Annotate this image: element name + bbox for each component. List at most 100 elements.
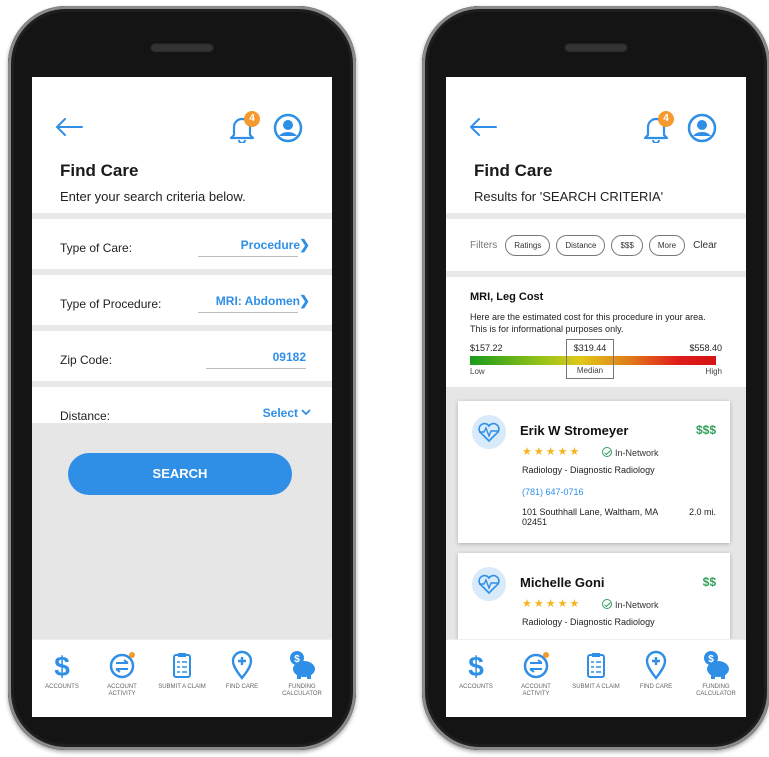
location-pin-icon [231,650,253,680]
provider-name[interactable]: Erik W Stromeyer [520,423,628,438]
phone-left: 4 Find Care Enter your search criteria b… [8,6,356,750]
bottom-nav: $ ACCOUNTS ACCOUNT ACTIVITY SUBMIT A CLA… [32,639,332,717]
field-label: Zip Code: [60,353,113,367]
notification-badge: 4 [658,111,674,127]
phone-right: 4 Find Care Results for 'SEARCH CRITERIA… [422,6,769,750]
bottom-nav: $ ACCOUNTS ACCOUNT ACTIVITY SUBMIT A CLA… [446,639,746,717]
nav-label: SUBMIT A CLAIM [158,684,206,690]
chevron-right-icon[interactable]: ❯ [299,237,310,253]
heart-pulse-icon [472,415,506,449]
filters-bar: Filters Ratings Distance $$$ More Clear [446,219,746,271]
nav-funding-calculator[interactable]: $ FUNDING CALCULATOR [274,650,330,717]
cost-title: MRI, Leg Cost [470,291,544,303]
provider-card[interactable]: Michelle Goni $$ ★★★★★ In-Network Radiol… [458,553,730,647]
check-circle-icon [602,599,612,609]
page-subtitle: Results for 'SEARCH CRITERIA' [474,189,664,204]
chevron-right-icon[interactable]: ❯ [299,293,310,309]
heart-pulse-icon [472,567,506,601]
profile-icon[interactable] [273,113,303,143]
back-arrow-icon[interactable] [54,117,84,137]
network-label: In-Network [615,600,659,610]
cost-median-value: $319.44 [573,343,607,353]
filters-label: Filters [470,239,498,251]
clipboard-icon [587,653,605,678]
svg-text:$: $ [708,654,714,665]
clipboard-icon [173,653,191,678]
cost-low-value: $157.22 [470,343,503,353]
low-label: Low [470,367,485,376]
account-activity-icon [523,652,549,679]
nav-label: ACCOUNT ACTIVITY [521,684,551,697]
nav-label: SUBMIT A CLAIM [572,684,620,690]
nav-accounts[interactable]: $ ACCOUNTS [448,650,504,717]
network-status: In-Network [602,598,659,610]
type-of-care-field[interactable]: Type of Care: Procedure ❯ [32,219,332,269]
provider-distance: 2.0 mi. [688,507,716,517]
network-label: In-Network [615,448,659,458]
page-title: Find Care [60,161,139,180]
svg-text:$: $ [54,651,70,680]
piggy-bank-icon: $ [704,651,729,679]
provider-specialty: Radiology - Diagnostic Radiology [522,465,655,475]
median-marker: $319.44 Median [566,339,614,379]
star-rating: ★★★★★ [522,598,582,610]
find-care-search-screen: 4 Find Care Enter your search criteria b… [32,77,332,717]
clear-filters-link[interactable]: Clear [693,240,717,251]
nav-accounts[interactable]: $ ACCOUNTS [34,650,90,717]
phone-speaker [564,42,628,52]
piggy-bank-icon: $ [290,651,315,679]
filter-chip-ratings[interactable]: Ratings [505,234,551,256]
field-underline [206,368,306,369]
page-title: Find Care [474,161,553,180]
provider-phone-link[interactable]: (781) 647-0716 [522,487,584,497]
nav-label: FIND CARE [639,684,673,690]
field-label: Distance: [60,409,111,423]
top-bar: 4 [32,77,332,147]
nav-find-care[interactable]: FIND CARE [214,650,270,717]
phone-speaker [150,42,214,52]
nav-find-care[interactable]: FIND CARE [628,650,684,717]
median-label: Median [576,366,604,375]
svg-text:$: $ [294,654,300,665]
notification-badge: 4 [244,111,260,127]
provider-address: 101 Southhall Lane, Waltham, MA 02451 [522,507,658,527]
check-circle-icon [602,447,612,457]
cost-description: Here are the estimated cost for this pro… [470,312,706,334]
field-label: Type of Care: [60,241,133,255]
results-list: Erik W Stromeyer $$$ ★★★★★ In-Network Ra… [446,387,746,647]
find-care-results-screen: 4 Find Care Results for 'SEARCH CRITERIA… [446,77,746,717]
zip-code-field[interactable]: Zip Code: 09182 [32,331,332,381]
search-area: SEARCH [32,423,332,639]
chevron-down-icon[interactable] [301,409,311,416]
profile-icon[interactable] [687,113,717,143]
back-arrow-icon[interactable] [468,117,498,137]
price-tier: $$$ [695,423,716,437]
nav-account-activity[interactable]: ACCOUNT ACTIVITY [94,650,150,717]
search-button[interactable]: SEARCH [68,453,292,495]
filter-chip-more[interactable]: More [648,234,686,256]
nav-account-activity[interactable]: ACCOUNT ACTIVITY [508,650,564,717]
filter-chip-distance[interactable]: Distance [556,234,606,256]
field-value[interactable]: MRI: Abdomen [216,294,300,308]
provider-specialty: Radiology - Diagnostic Radiology [522,617,655,627]
provider-card[interactable]: Erik W Stromeyer $$$ ★★★★★ In-Network Ra… [458,401,730,543]
distance-select[interactable]: Select [263,406,298,420]
nav-submit-claim[interactable]: SUBMIT A CLAIM [568,650,624,717]
top-bar: 4 [446,77,746,147]
account-activity-icon [109,652,135,679]
cost-range: $157.22 $558.40 $319.44 Median Low High [470,339,722,379]
field-underline [198,256,298,257]
provider-name[interactable]: Michelle Goni [520,575,605,590]
cost-estimate-panel: MRI, Leg Cost Here are the estimated cos… [446,277,746,399]
cost-high-value: $558.40 [689,343,722,353]
filter-chip-price[interactable]: $$$ [611,234,643,256]
nav-label: ACCOUNTS [45,684,79,690]
nav-funding-calculator[interactable]: $ FUNDING CALCULATOR [688,650,744,717]
location-pin-icon [645,650,667,680]
field-value[interactable]: Procedure [241,238,300,252]
nav-label: FUNDING CALCULATOR [696,684,736,697]
nav-submit-claim[interactable]: SUBMIT A CLAIM [154,650,210,717]
zip-code-input[interactable]: 09182 [273,350,306,364]
type-of-procedure-field[interactable]: Type of Procedure: MRI: Abdomen ❯ [32,275,332,325]
page-subtitle: Enter your search criteria below. [60,189,246,204]
